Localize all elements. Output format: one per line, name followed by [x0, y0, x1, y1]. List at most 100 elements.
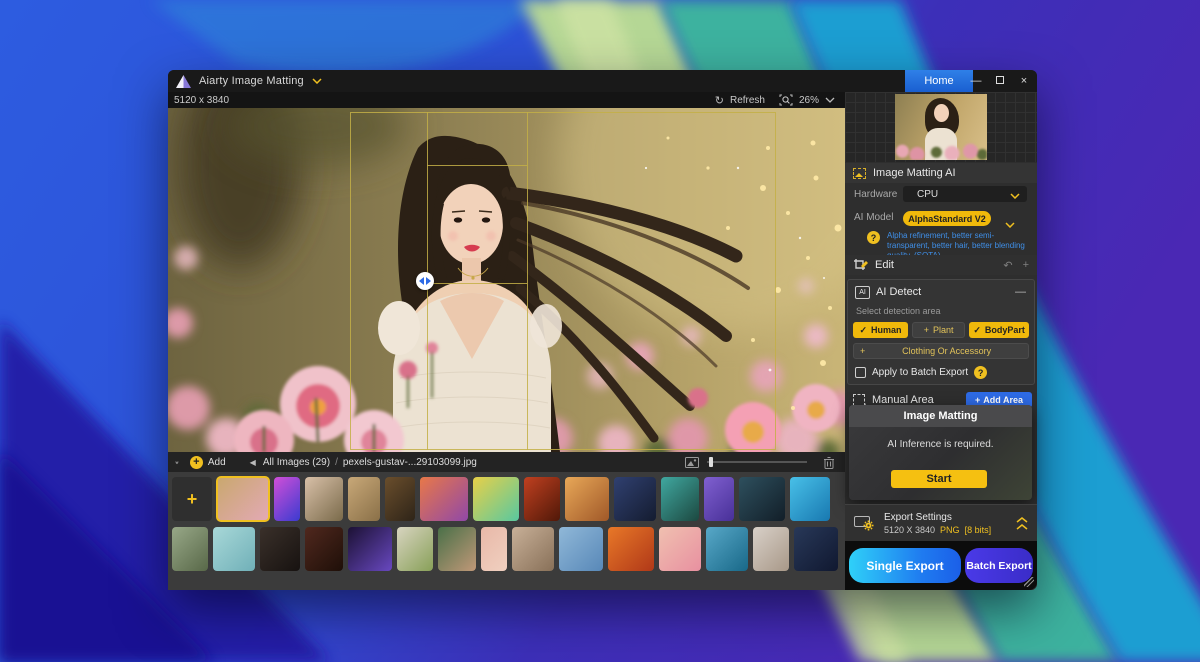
- thumbnail[interactable]: [706, 527, 748, 571]
- preview-area: [845, 92, 1037, 162]
- ai-model-value: AlphaStandard V2: [908, 214, 986, 224]
- thumbnail[interactable]: [512, 527, 554, 571]
- image-matting-ai-icon: [853, 168, 866, 179]
- thumbnail[interactable]: [305, 527, 343, 571]
- thumbnail[interactable]: [348, 527, 392, 571]
- thumbnail[interactable]: [172, 527, 208, 571]
- thumbnail[interactable]: [565, 477, 609, 521]
- ai-detect-icon: AI: [855, 286, 870, 299]
- thumbnail[interactable]: [385, 477, 415, 521]
- collapse-section-icon[interactable]: —: [1015, 286, 1026, 298]
- detect-plant-label: Plant: [933, 325, 954, 335]
- thumbnail[interactable]: [608, 527, 654, 571]
- single-export-button[interactable]: Single Export: [849, 548, 961, 583]
- zoom-chevron-down-icon[interactable]: [825, 97, 835, 103]
- add-edit-icon[interactable]: +: [1023, 259, 1029, 272]
- thumbnail[interactable]: [397, 527, 433, 571]
- thumbnail[interactable]: [794, 527, 838, 571]
- start-button[interactable]: Start: [891, 470, 987, 488]
- refresh-button[interactable]: Refresh: [730, 95, 765, 106]
- zoom-magnifier-icon[interactable]: [779, 94, 793, 106]
- preview-face-shape: [934, 104, 949, 122]
- help-question-icon[interactable]: ?: [867, 231, 880, 244]
- undo-icon[interactable]: ↶: [1003, 259, 1012, 272]
- thumbnail[interactable]: [260, 527, 300, 571]
- thumbnail-size-icon: [685, 457, 699, 468]
- compare-slider-handle[interactable]: [416, 272, 434, 290]
- ai-model-label: AI Model: [854, 212, 893, 223]
- thumbnail[interactable]: [348, 477, 380, 521]
- thumbnail[interactable]: [420, 477, 468, 521]
- compare-left-arrow-icon: [419, 277, 424, 285]
- thumbnail[interactable]: [659, 527, 701, 571]
- close-button[interactable]: ×: [1017, 75, 1031, 87]
- zoom-level[interactable]: 26%: [799, 95, 819, 106]
- preview-thumbnail[interactable]: [895, 94, 987, 160]
- batch-export-button[interactable]: Batch Export: [965, 548, 1033, 583]
- preview-flowers-shape: [895, 138, 987, 160]
- export-bit-depth: [8 bits]: [965, 525, 992, 535]
- filmstrip-row-1: +: [172, 477, 830, 521]
- thumbnail[interactable]: [704, 477, 734, 521]
- detect-human-button[interactable]: ✓ Human: [853, 322, 908, 338]
- thumbnail[interactable]: [481, 527, 507, 571]
- check-icon: ✓: [973, 325, 981, 336]
- resize-gripper[interactable]: [1024, 577, 1034, 587]
- thumbnail-size-slider[interactable]: [707, 461, 807, 463]
- edit-title: Edit: [875, 259, 894, 271]
- edit-crop-pencil-icon: [853, 258, 868, 272]
- check-icon: ✓: [859, 325, 867, 336]
- detect-subtitle: Select detection area: [856, 306, 1034, 316]
- canvas-info-bar: 5120 x 3840 ↻ Refresh 26%: [168, 92, 845, 108]
- right-panel: Image Matting AI Hardware CPU AI Model A…: [845, 92, 1037, 590]
- title-chevron-down-icon[interactable]: [312, 78, 322, 84]
- desktop: Aiarty Image Matting Home — × 5120 x 384…: [0, 0, 1200, 662]
- thumbnail[interactable]: [739, 477, 785, 521]
- back-arrow-icon[interactable]: ◀: [250, 458, 256, 467]
- thumbnail[interactable]: [559, 527, 603, 571]
- detect-human-label: Human: [871, 325, 902, 335]
- section-export-settings[interactable]: Export Settings 5120 X 3840 PNG [8 bits]: [845, 504, 1037, 541]
- add-image-button[interactable]: Add: [208, 457, 226, 468]
- detect-clothing-button[interactable]: + Clothing Or Accessory: [853, 343, 1029, 359]
- thumbnail-selected[interactable]: [217, 477, 269, 521]
- plus-icon: +: [924, 325, 929, 335]
- ai-model-pill[interactable]: AlphaStandard V2: [903, 211, 991, 226]
- app-window: Aiarty Image Matting Home — × 5120 x 384…: [168, 70, 1037, 590]
- image-matting-dialog: Image Matting AI Inference is required. …: [849, 405, 1032, 500]
- compare-right-arrow-icon: [426, 277, 431, 285]
- breadcrumb-all-images[interactable]: All Images (29): [263, 457, 330, 468]
- filmstrip-row-2: [172, 527, 838, 571]
- thumbnail[interactable]: [274, 477, 300, 521]
- section-title: Image Matting AI: [873, 167, 956, 179]
- collapse-strip-icon[interactable]: ⌄⌄: [174, 460, 180, 465]
- apply-batch-checkbox[interactable]: [855, 367, 866, 378]
- detect-bodypart-button[interactable]: ✓ BodyPart: [969, 322, 1029, 338]
- minimize-button[interactable]: —: [969, 75, 983, 87]
- thumbnail[interactable]: [213, 527, 255, 571]
- thumbnail[interactable]: [305, 477, 343, 521]
- thumbnail[interactable]: [473, 477, 519, 521]
- refresh-icon[interactable]: ↻: [715, 94, 724, 107]
- hardware-select[interactable]: CPU: [903, 186, 1027, 202]
- thumbnail[interactable]: [438, 527, 476, 571]
- thumbnail[interactable]: [524, 477, 560, 521]
- thumbnail[interactable]: [790, 477, 830, 521]
- batch-help-question-icon[interactable]: ?: [974, 366, 987, 379]
- dialog-title: Image Matting: [849, 405, 1032, 427]
- thumbnail[interactable]: [753, 527, 789, 571]
- add-image-icon[interactable]: +: [190, 456, 203, 469]
- breadcrumb-separator: /: [335, 457, 338, 468]
- tab-home[interactable]: Home: [905, 70, 973, 92]
- thumbnail[interactable]: [661, 477, 699, 521]
- add-image-tile[interactable]: +: [172, 477, 212, 521]
- image-canvas[interactable]: [168, 108, 845, 452]
- slider-knob[interactable]: [709, 457, 713, 467]
- thumbnail[interactable]: [614, 477, 656, 521]
- expand-export-chevrons-icon[interactable]: [1016, 517, 1028, 530]
- apply-batch-label: Apply to Batch Export: [872, 367, 968, 378]
- ai-detect-title: AI Detect: [876, 286, 921, 298]
- trash-icon[interactable]: [823, 456, 835, 469]
- maximize-button[interactable]: [993, 75, 1007, 87]
- detect-plant-button[interactable]: + Plant: [912, 322, 965, 338]
